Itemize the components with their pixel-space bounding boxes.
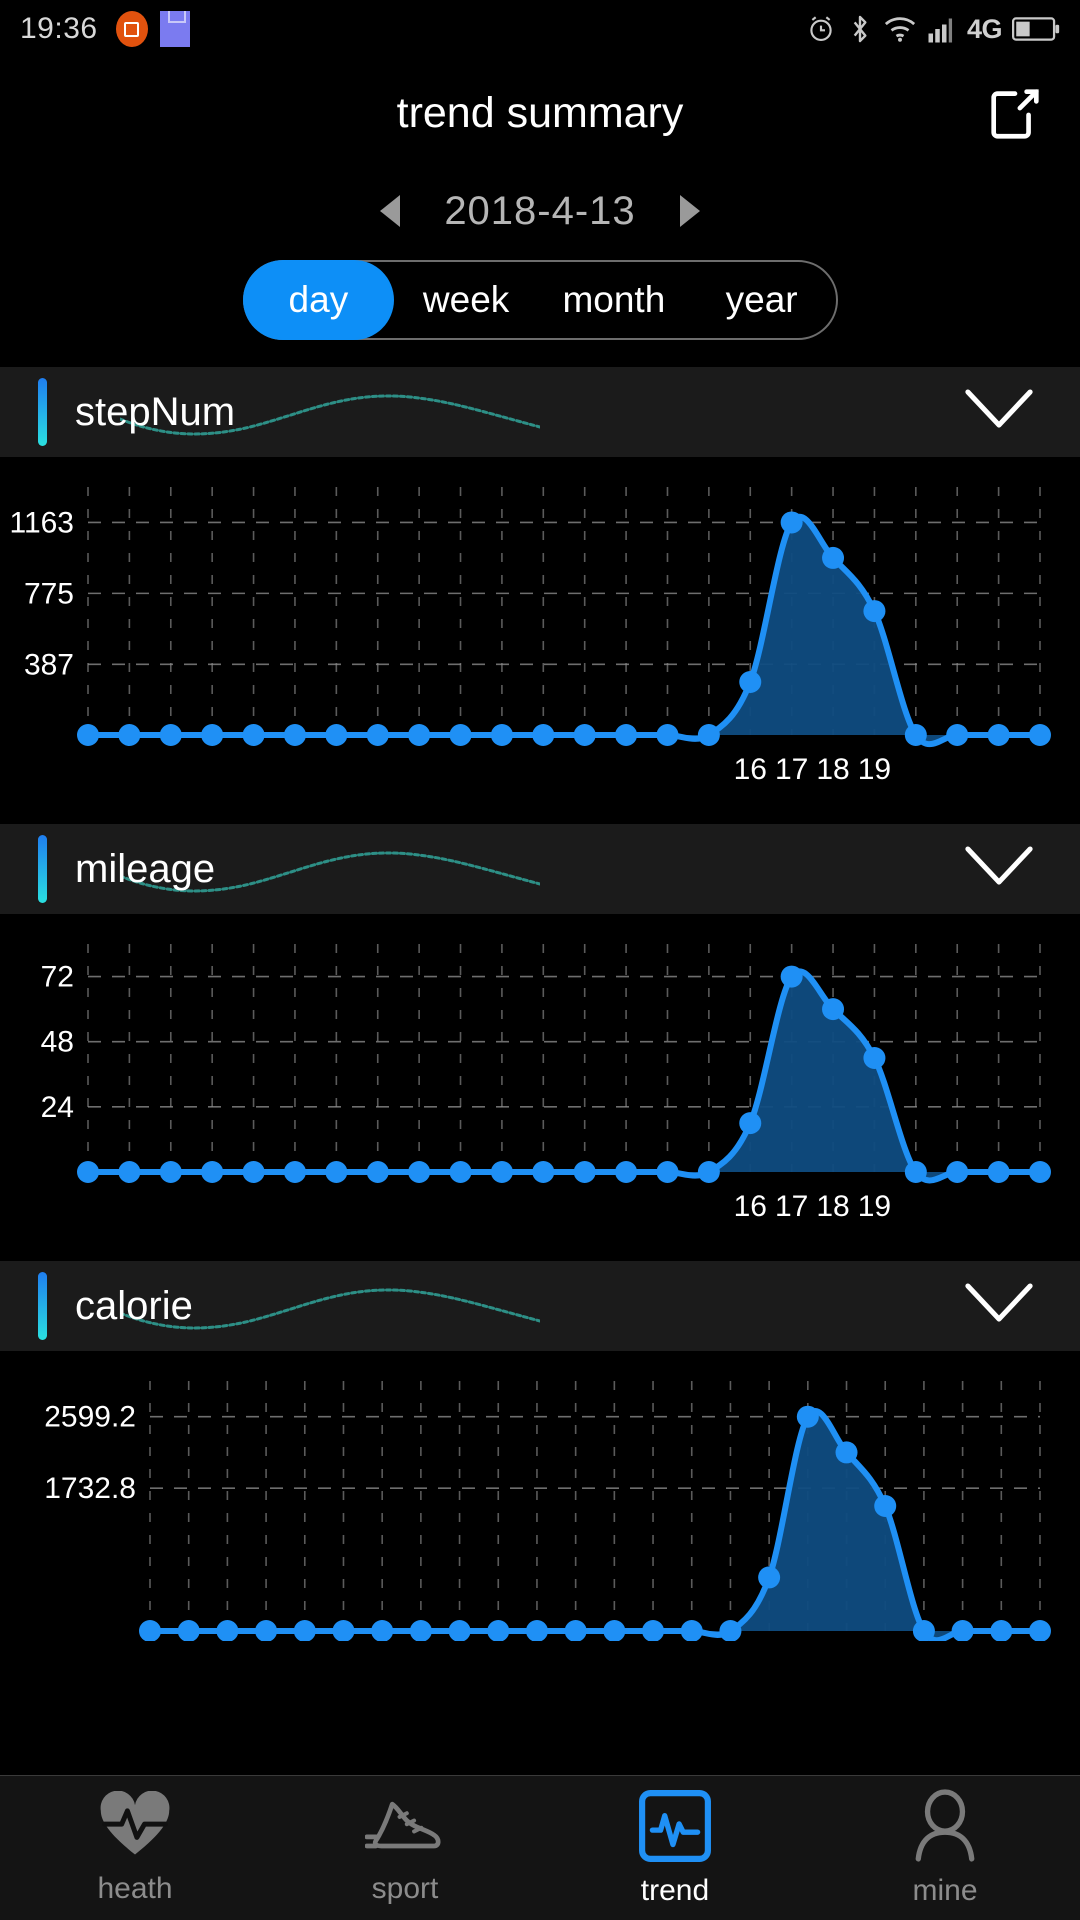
shoe-icon <box>364 1791 445 1866</box>
svg-text:24: 24 <box>41 1091 74 1124</box>
section-accent-bar <box>38 835 47 903</box>
status-right-icons: 4G <box>805 13 1060 45</box>
chevron-down-icon[interactable] <box>964 1282 1034 1331</box>
network-type-label: 4G <box>966 13 1003 44</box>
nav-item-label: trend <box>640 1873 710 1907</box>
person-icon <box>910 1788 980 1868</box>
svg-text:2599.2: 2599.2 <box>44 1401 136 1434</box>
range-tabs: day week month year <box>0 260 1080 340</box>
svg-text:19: 19 <box>858 1190 891 1223</box>
bottom-navigation: heath sport trend mine <box>0 1775 1080 1920</box>
bluetooth-icon <box>853 15 867 43</box>
share-external-icon[interactable] <box>984 82 1046 144</box>
metric-section-calorie: calorie 1732.8 2599.2 <box>0 1261 1080 1641</box>
svg-text:775: 775 <box>24 577 74 610</box>
current-date-label[interactable]: 2018-4-13 <box>444 189 635 234</box>
nav-item-mine[interactable]: mine <box>810 1788 1080 1908</box>
nav-item-label: mine <box>912 1873 978 1907</box>
chart-calorie[interactable]: 1732.8 2599.2 <box>0 1351 1080 1641</box>
section-title: stepNum <box>75 389 236 434</box>
svg-text:19: 19 <box>858 753 891 786</box>
nav-item-heath[interactable]: heath <box>0 1790 270 1906</box>
signal-icon <box>928 18 953 43</box>
svg-text:1163: 1163 <box>9 506 74 539</box>
tab-year[interactable]: year <box>688 262 836 338</box>
app-header: trend summary <box>0 58 1080 168</box>
svg-text:17: 17 <box>775 1190 808 1223</box>
section-header-stepNum[interactable]: stepNum <box>0 367 1080 457</box>
chart-mileage[interactable]: 24 48 72 16 17 18 19 <box>0 914 1080 1234</box>
svg-text:1732.8: 1732.8 <box>44 1472 136 1505</box>
svg-text:18: 18 <box>816 753 849 786</box>
svg-text:18: 18 <box>816 1190 849 1223</box>
section-accent-bar <box>38 378 47 446</box>
section-header-mileage[interactable]: mileage <box>0 824 1080 914</box>
metric-section-mileage: mileage 24 48 72 16 17 18 19 <box>0 824 1080 1234</box>
date-navigator: 2018-4-13 <box>0 168 1080 254</box>
battery-icon <box>1012 17 1060 41</box>
wifi-icon <box>884 17 916 42</box>
section-title: calorie <box>75 1283 193 1328</box>
screen-record-icon <box>115 11 148 47</box>
heart-pulse-icon <box>97 1790 173 1866</box>
tab-month[interactable]: month <box>540 262 688 338</box>
chevron-down-icon[interactable] <box>964 845 1034 894</box>
tab-day[interactable]: day <box>244 262 393 338</box>
svg-text:16: 16 <box>734 753 767 786</box>
svg-text:72: 72 <box>41 961 74 994</box>
section-accent-bar <box>38 1272 47 1340</box>
alarm-icon <box>810 16 832 41</box>
sd-card-icon <box>159 11 190 47</box>
svg-text:387: 387 <box>24 648 74 681</box>
status-bar: 19:36 4G <box>0 0 1080 58</box>
chevron-down-icon[interactable] <box>964 388 1034 437</box>
chevron-left-icon[interactable] <box>380 195 401 227</box>
page-title: trend summary <box>396 88 684 137</box>
svg-text:16: 16 <box>734 1190 767 1223</box>
nav-item-label: sport <box>371 1871 439 1905</box>
svg-text:48: 48 <box>41 1026 74 1059</box>
nav-item-trend[interactable]: trend <box>540 1789 810 1908</box>
tab-week[interactable]: week <box>392 262 540 338</box>
svg-text:17: 17 <box>775 753 808 786</box>
section-title: mileage <box>75 846 216 891</box>
section-header-calorie[interactable]: calorie <box>0 1261 1080 1351</box>
nav-item-sport[interactable]: sport <box>270 1791 540 1906</box>
chart-stepNum[interactable]: 387 775 1163 16 17 18 19 <box>0 457 1080 797</box>
nav-item-label: heath <box>97 1871 173 1905</box>
status-left-icons <box>115 11 190 47</box>
status-time: 19:36 <box>20 12 98 45</box>
pulse-chart-icon <box>638 1789 712 1868</box>
metric-section-stepNum: stepNum 387 775 1163 16 17 18 19 <box>0 367 1080 797</box>
chevron-right-icon[interactable] <box>679 195 700 227</box>
